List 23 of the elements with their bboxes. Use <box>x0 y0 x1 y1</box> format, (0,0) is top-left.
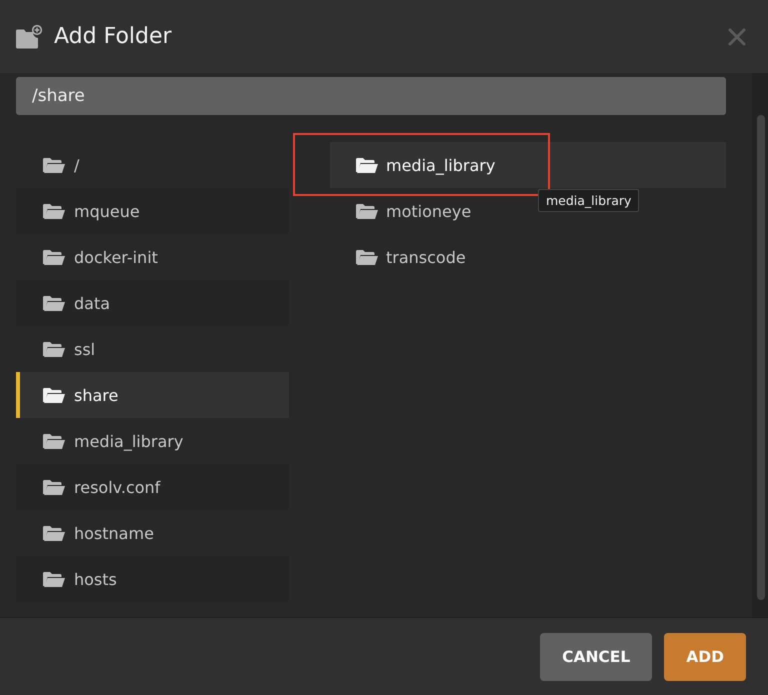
folder-icon <box>43 294 65 312</box>
folder-item[interactable]: share <box>16 372 289 418</box>
folder-icon <box>43 432 65 450</box>
tooltip: media_library <box>538 189 640 212</box>
folder-icon <box>43 386 65 404</box>
cancel-button[interactable]: CANCEL <box>540 632 652 680</box>
folder-icon <box>356 202 378 220</box>
path-field[interactable]: /share <box>16 77 726 115</box>
folder-icon <box>356 248 378 266</box>
folder-icon <box>43 340 65 358</box>
folder-icon <box>43 570 65 588</box>
close-icon <box>728 28 746 46</box>
dialog-title: Add Folder <box>54 24 172 49</box>
folder-plus-icon <box>16 24 42 48</box>
folder-icon <box>43 202 65 220</box>
subfolder-item[interactable]: media_library <box>330 142 726 188</box>
folder-icon <box>356 156 378 174</box>
folder-icon <box>43 478 65 496</box>
folder-icon <box>43 156 65 174</box>
scrollbar-thumb[interactable] <box>757 115 765 600</box>
folder-icon <box>43 248 65 266</box>
folder-icon <box>43 524 65 542</box>
close-button[interactable] <box>728 28 746 46</box>
